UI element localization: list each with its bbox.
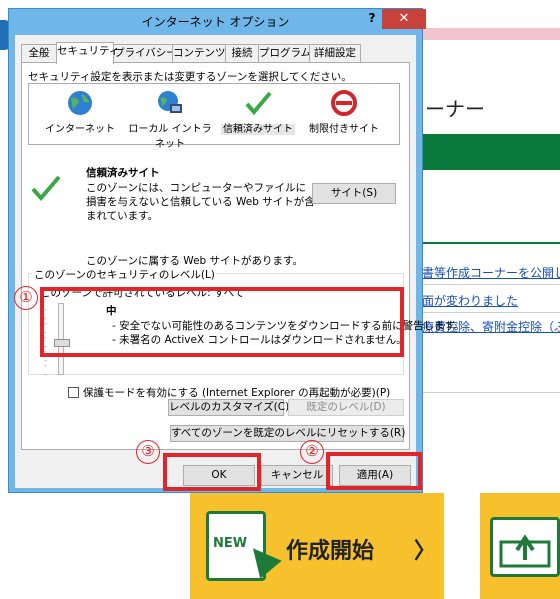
default-level-button[interactable]: 既定のレベル(D) — [288, 399, 404, 416]
intranet-icon — [158, 91, 182, 113]
zone-label: インターネット — [45, 124, 115, 135]
zone-label: 信頼済みサイト — [221, 124, 295, 135]
checkmark-icon — [245, 91, 272, 116]
zone-label: 制限付きサイト — [309, 124, 379, 135]
background-green-band — [420, 134, 560, 170]
background-divider — [420, 242, 560, 244]
annotation-number-3: ③ — [136, 440, 160, 464]
tab-security[interactable]: セキュリティ — [56, 42, 119, 64]
internet-options-dialog: インターネット オプション ? ✕ 全般 セキュリティ プライバシー コンテンツ… — [8, 8, 465, 493]
zone-restricted-sites[interactable]: 制限付きサイト — [301, 88, 387, 135]
tab-privacy[interactable]: プライバシー — [113, 44, 177, 62]
zone-trusted-sites[interactable]: 信頼済みサイト — [215, 88, 301, 135]
security-level-label: このゾーンのセキュリティのレベル(L) — [32, 267, 217, 282]
chevron-right-icon: 〉 — [414, 539, 437, 564]
new-badge: NEW — [213, 536, 248, 551]
tab-general[interactable]: 全般 — [21, 44, 57, 62]
zone-internet[interactable]: インターネット — [37, 88, 123, 135]
close-button[interactable]: ✕ — [382, 9, 426, 29]
background-link-2[interactable]: 面が変わりました — [422, 292, 518, 309]
globe-icon — [68, 91, 92, 115]
zone-label: ローカル イントラネット — [128, 124, 212, 150]
background-pink-bar — [410, 28, 560, 40]
zone-instruction: セキュリティ設定を表示または変更するゾーンを選択してください。 — [28, 71, 352, 83]
banner-label: 作成開始 — [286, 539, 375, 564]
tab-content[interactable]: コンテンツ — [172, 44, 226, 62]
protected-mode-label: 保護モードを有効にする (Internet Explorer の再起動が必要)(… — [83, 387, 391, 399]
background-link-1[interactable]: 書等作成コーナーを公開し — [422, 264, 560, 281]
background-divider — [420, 392, 560, 393]
tab-advanced[interactable]: 詳細設定 — [309, 44, 361, 62]
sites-button[interactable]: サイト(S) — [312, 183, 396, 204]
tab-connections[interactable]: 接続 — [225, 44, 259, 62]
reset-all-zones-button[interactable]: すべてのゾーンを既定のレベルにリセットする(R) — [170, 425, 405, 442]
annotation-box-2 — [326, 452, 422, 490]
annotation-box-3 — [163, 453, 261, 491]
title-bar[interactable]: インターネット オプション ? ✕ — [9, 9, 426, 33]
protected-mode-option[interactable]: 保護モードを有効にする (Internet Explorer の再起動が必要)(… — [68, 385, 390, 400]
checkmark-icon — [31, 175, 61, 202]
selected-zone-title: 信頼済みサイト — [86, 167, 160, 179]
zone-local-intranet[interactable]: ローカル イントラネット — [127, 88, 213, 150]
dialog-title: インターネット オプション — [141, 15, 290, 29]
background-divider — [420, 284, 560, 285]
dialog-client-area: 全般 セキュリティ プライバシー コンテンツ 接続 プログラム 詳細設定 セキュ… — [15, 35, 465, 488]
background-divider — [420, 312, 560, 313]
help-button[interactable]: ? — [363, 11, 381, 29]
annotation-box-1 — [40, 287, 404, 357]
selected-zone-description: このゾーンには、コンピューターやファイルに損害を与えないと信頼している Web … — [86, 182, 315, 222]
cancel-button[interactable]: キャンセル — [261, 465, 333, 486]
custom-level-button[interactable]: レベルのカスタマイズ(C)... — [168, 399, 299, 416]
zone-sites-text: このゾーンに属する Web サイトがあります。 — [86, 255, 303, 267]
folder-upload-icon — [490, 517, 560, 577]
annotation-number-2: ② — [300, 440, 324, 464]
zone-list: インターネット ローカル イントラネット 信頼済みサイト 制限付きサイト — [28, 83, 400, 150]
protected-mode-checkbox[interactable] — [68, 387, 79, 398]
security-tab-panel: セキュリティ設定を表示または変更するゾーンを選択してください。 インターネット — [21, 62, 465, 450]
background-heading: ーナー — [425, 97, 485, 121]
create-start-banner[interactable]: NEW 作成開始 〉 — [190, 493, 444, 599]
restricted-icon — [331, 90, 357, 116]
annotation-number-1: ① — [14, 286, 38, 310]
tab-programs[interactable]: プログラム — [258, 44, 311, 62]
folder-banner[interactable] — [480, 493, 560, 599]
